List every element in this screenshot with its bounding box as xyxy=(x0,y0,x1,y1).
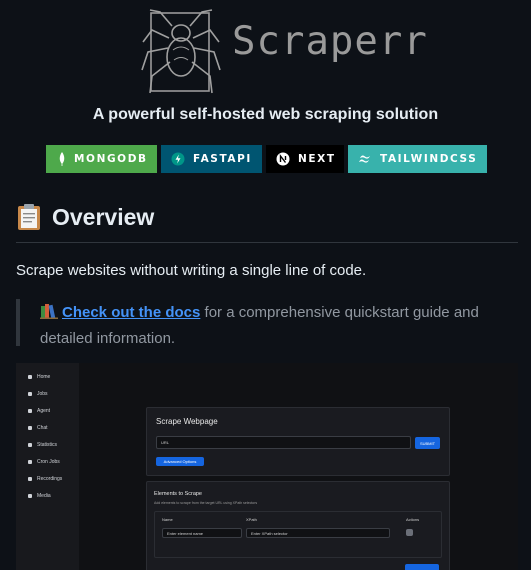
sidebar-item-label: Agent xyxy=(37,408,51,414)
books-icon xyxy=(40,303,58,327)
url-input: URL xyxy=(156,436,411,449)
submit-button: SUBMIT xyxy=(415,437,440,449)
sidebar-item-label: Jobs xyxy=(37,391,48,397)
docs-blockquote: Check out the docs for a comprehensive q… xyxy=(16,299,500,347)
tech-badges: MONGODB FASTAPI NEXT TAILWINDCSS xyxy=(46,145,487,173)
col-actions: Actions xyxy=(406,517,420,522)
badge-label: TAILWINDCSS xyxy=(380,153,478,165)
sidebar-item-media: Media xyxy=(28,493,51,499)
elements-table: Name XPath Actions Enter element name En… xyxy=(154,511,442,558)
badge-fastapi[interactable]: FASTAPI xyxy=(161,145,262,173)
scrape-webpage-panel: Scrape Webpage URL SUBMIT Advanced Optio… xyxy=(146,407,450,476)
sidebar-item-label: Media xyxy=(37,493,51,499)
scrape-webpage-title: Scrape Webpage xyxy=(156,417,218,426)
sidebar-item-label: Recordings xyxy=(37,476,63,482)
sidebar-item-label: Chat xyxy=(37,425,48,431)
badge-label: MONGODB xyxy=(74,153,148,165)
badge-tailwindcss[interactable]: TAILWINDCSS xyxy=(348,145,487,173)
sidebar-item-recordings: Recordings xyxy=(28,476,62,482)
col-xpath: XPath xyxy=(246,517,257,522)
statistics-icon xyxy=(28,443,32,447)
tailwind-wave-icon xyxy=(358,152,372,166)
app-sidebar: Home Jobs Agent Chat Statistics Cron Job… xyxy=(16,363,79,570)
xpath-placeholder: Enter XPath selector xyxy=(251,530,288,536)
badge-label: NEXT xyxy=(298,153,336,165)
sidebar-item-agent: Agent xyxy=(28,408,50,414)
badge-label: FASTAPI xyxy=(193,153,252,165)
sidebar-item-statistics: Statistics xyxy=(28,442,57,448)
nextjs-logo-icon xyxy=(276,152,290,166)
sidebar-item-label: Cron Jobs xyxy=(37,459,60,465)
heading-divider xyxy=(16,242,518,243)
sidebar-item-chat: Chat xyxy=(28,425,48,431)
overview-heading: Overview xyxy=(16,203,154,231)
sidebar-item-home: Home xyxy=(28,374,50,380)
sidebar-item-jobs: Jobs xyxy=(28,391,48,397)
intro-text: Scrape websites without writing a single… xyxy=(16,262,367,279)
elements-subtitle: Add elements to scrape from the target U… xyxy=(154,501,258,505)
elements-title: Elements to Scrape xyxy=(154,491,202,497)
clipboard-icon xyxy=(16,203,42,231)
xpath-input: Enter XPath selector xyxy=(246,528,390,538)
agent-icon xyxy=(28,409,32,413)
docs-note: Check out the docs for a comprehensive q… xyxy=(40,301,490,351)
app-screenshot: Home Jobs Agent Chat Statistics Cron Job… xyxy=(16,363,518,570)
sidebar-item-label: Home xyxy=(37,374,51,380)
sidebar-item-label: Statistics xyxy=(37,442,58,448)
docs-link[interactable]: Check out the docs xyxy=(62,304,200,321)
name-placeholder: Enter element name xyxy=(167,530,204,536)
jobs-icon xyxy=(28,392,32,396)
badge-next[interactable]: NEXT xyxy=(266,145,344,173)
fastapi-bolt-icon xyxy=(171,152,185,166)
overview-title: Overview xyxy=(52,203,155,230)
badge-mongodb[interactable]: MONGODB xyxy=(46,145,157,173)
logo-text: Scraperr xyxy=(232,19,428,64)
chat-icon xyxy=(28,426,32,430)
project-logo: Scraperr xyxy=(0,0,531,100)
mongodb-leaf-icon xyxy=(58,152,66,166)
url-label: URL xyxy=(161,440,170,445)
tagline: A powerful self-hosted web scraping solu… xyxy=(92,106,439,123)
elements-action-button xyxy=(405,564,439,570)
col-name: Name xyxy=(162,517,173,522)
folder-icon xyxy=(28,494,32,498)
add-row-icon xyxy=(406,529,413,536)
elements-panel: Elements to Scrape Add elements to scrap… xyxy=(146,481,450,570)
recordings-icon xyxy=(28,477,32,481)
name-input: Enter element name xyxy=(162,528,242,538)
clock-icon xyxy=(28,460,32,464)
sidebar-item-cron-jobs: Cron Jobs xyxy=(28,459,60,465)
home-icon xyxy=(28,375,32,379)
advanced-options-button: Advanced Options xyxy=(156,457,204,466)
